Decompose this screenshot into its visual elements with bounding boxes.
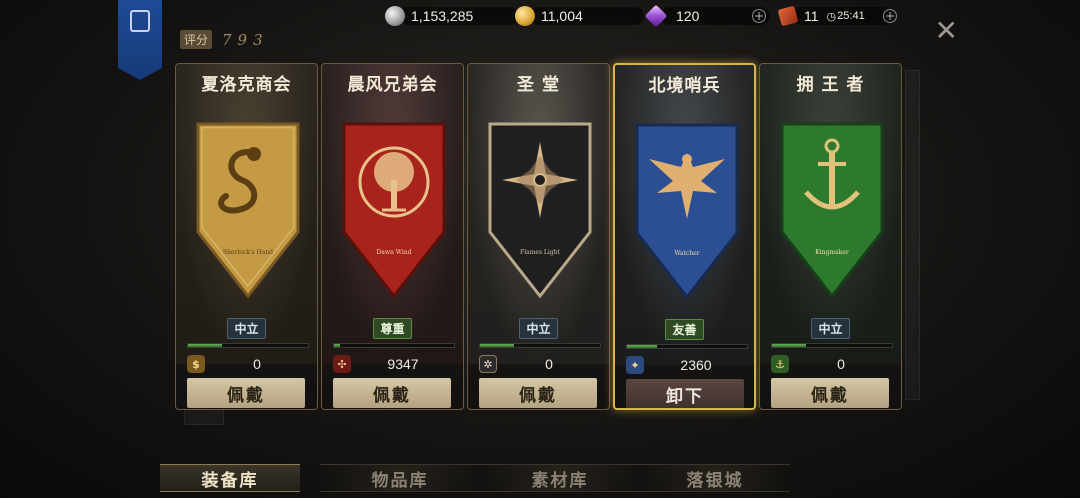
tab-items[interactable]: 物品库 xyxy=(320,464,480,492)
reputation-points: 0 xyxy=(253,356,261,372)
svg-text:Sherlock's Hand: Sherlock's Hand xyxy=(223,249,273,256)
guild-banner-icon[interactable] xyxy=(118,0,162,80)
svg-text:Watcher: Watcher xyxy=(674,250,699,257)
relation-badge: 中立 xyxy=(468,318,609,339)
clock-icon: ◷ xyxy=(826,10,837,23)
svg-text:Dawn Wind: Dawn Wind xyxy=(377,249,412,256)
tree-shield-icon: Dawn Wind xyxy=(342,122,446,298)
silver-resource: 1,153,285 xyxy=(385,5,519,27)
reputation-row: $ 0 xyxy=(187,354,309,374)
unequip-button[interactable]: 卸下 xyxy=(626,379,744,408)
score-display: 评分 793 xyxy=(180,30,269,49)
reputation-points: 9347 xyxy=(387,356,419,372)
ticket-timer: 25:41 xyxy=(837,10,865,22)
relation-badge: 尊重 xyxy=(322,318,463,339)
gem-value: 120 xyxy=(676,8,700,24)
faction-card-kingmaker[interactable]: 拥 王 者 Kingmaker 中立 ⚓ 0 佩戴 xyxy=(759,63,902,410)
phoenix-badge-icon: ✦ xyxy=(626,356,644,374)
bottom-tab-bar: 装备库 物品库 素材库 落银城 xyxy=(150,460,970,496)
faction-name: 夏洛克商会 xyxy=(201,75,292,95)
anchor-shield-icon: Kingmaker xyxy=(780,122,884,298)
reputation-points: 0 xyxy=(837,356,845,372)
reputation-points: 2360 xyxy=(680,357,712,373)
relation-badge: 中立 xyxy=(176,318,317,339)
score-label: 评分 xyxy=(180,30,213,49)
equip-button[interactable]: 佩戴 xyxy=(771,378,889,408)
score-value: 793 xyxy=(222,30,269,49)
gold-resource: 11,004 xyxy=(515,5,644,27)
faction-card-dawnwind[interactable]: 晨风兄弟会 Dawn Wind 尊重 ✣ 9347 佩戴 xyxy=(321,63,464,410)
reputation-bar xyxy=(187,343,309,348)
gold-value: 11,004 xyxy=(541,8,583,24)
reputation-bar xyxy=(479,343,601,348)
faction-card-sherlock[interactable]: 夏洛克商会 Sherlock's Hand 中立 $ 0 佩戴 xyxy=(175,63,318,410)
tab-equipment[interactable]: 装备库 xyxy=(160,464,300,492)
faction-card-watcher[interactable]: 北境哨兵 Watcher 友善 ✦ 2360 卸下 xyxy=(613,63,756,410)
reputation-bar xyxy=(333,343,455,348)
gem-resource: 120 xyxy=(644,4,770,28)
faction-name: 拥 王 者 xyxy=(796,75,865,95)
reputation-points: 0 xyxy=(545,356,553,372)
gold-coin-icon xyxy=(515,6,535,26)
ticket-value: 11 xyxy=(804,8,819,24)
add-tickets-button[interactable]: + xyxy=(883,9,897,23)
faction-card-sanctuary[interactable]: 圣 堂 Flames Light 中立 ✲ 0 佩戴 xyxy=(467,63,610,410)
equip-button[interactable]: 佩戴 xyxy=(479,378,597,408)
star-shield-icon: Flames Light xyxy=(488,122,592,298)
equip-button[interactable]: 佩戴 xyxy=(333,378,451,408)
faction-name: 圣 堂 xyxy=(517,75,560,95)
tab-materials[interactable]: 素材库 xyxy=(480,464,640,492)
reputation-bar xyxy=(626,344,748,349)
reputation-row: ✲ 0 xyxy=(479,354,601,374)
reputation-row: ✣ 9347 xyxy=(333,354,455,374)
svg-text:Flames Light: Flames Light xyxy=(520,249,560,256)
snake-badge-icon: $ xyxy=(187,355,205,373)
ticket-resource: 11 ◷ 25:41 xyxy=(777,5,892,27)
reputation-row: ✦ 2360 xyxy=(626,355,748,375)
svg-text:Kingmaker: Kingmaker xyxy=(815,249,849,256)
tab-silvertown[interactable]: 落银城 xyxy=(640,464,790,492)
tree-badge-icon: ✣ xyxy=(333,355,351,373)
phoenix-shield-icon: Watcher xyxy=(635,123,739,299)
equip-button[interactable]: 佩戴 xyxy=(187,378,305,408)
faction-name: 晨风兄弟会 xyxy=(347,75,438,95)
background-panel-right xyxy=(905,70,920,400)
anchor-badge-icon: ⚓ xyxy=(771,355,789,373)
silver-value: 1,153,285 xyxy=(411,8,474,24)
add-gems-button[interactable]: + xyxy=(752,9,766,23)
faction-name: 北境哨兵 xyxy=(648,76,721,96)
relation-badge: 中立 xyxy=(760,318,901,339)
reputation-bar xyxy=(771,343,893,348)
close-button[interactable]: ✕ xyxy=(935,17,958,45)
reputation-row: ⚓ 0 xyxy=(771,354,893,374)
silver-coin-icon xyxy=(385,6,405,26)
snake-shield-icon: Sherlock's Hand xyxy=(196,122,300,298)
star-badge-icon: ✲ xyxy=(479,355,497,373)
relation-badge: 友善 xyxy=(615,319,754,340)
